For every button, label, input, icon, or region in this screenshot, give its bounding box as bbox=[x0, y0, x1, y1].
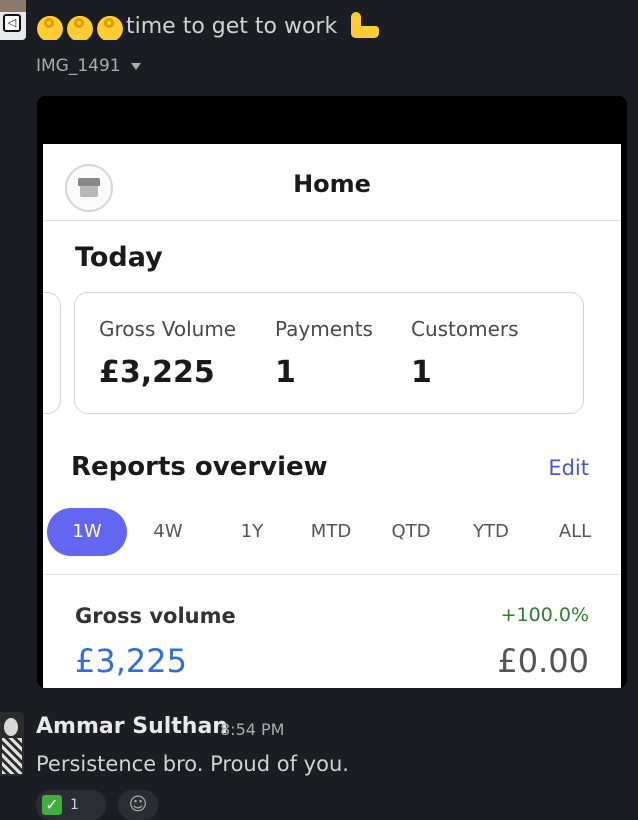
message-body: time to get to work bbox=[126, 13, 338, 39]
stat-customers: Customers 1 bbox=[411, 317, 519, 390]
attachment-filename[interactable]: IMG_1491 bbox=[36, 56, 141, 76]
range-selector: 1W 4W 1Y MTD QTD YTD ALL bbox=[43, 508, 621, 558]
range-1w: 1W bbox=[47, 508, 127, 556]
message-text: time to get to work bbox=[36, 8, 383, 44]
ok-hand-emoji-icon bbox=[96, 12, 124, 40]
ok-hand-emoji-icon bbox=[36, 12, 64, 40]
range-qtd: QTD bbox=[391, 521, 431, 542]
stat-gross-volume: Gross Volume £3,225 bbox=[99, 317, 237, 390]
sender-avatar[interactable]: ◁ bbox=[0, 0, 26, 40]
message-timestamp[interactable]: 8:54 PM bbox=[220, 720, 284, 739]
stat-payments: Payments 1 bbox=[275, 317, 373, 390]
reaction-checkmark[interactable]: ✓ 1 bbox=[36, 790, 106, 820]
divider bbox=[43, 574, 621, 575]
reaction-count: 1 bbox=[70, 797, 79, 813]
today-stats-card: Gross Volume £3,225 Payments 1 Customers… bbox=[74, 292, 584, 414]
today-heading: Today bbox=[75, 242, 163, 273]
phone-screenshot: Home Today Gross Volume £3,225 Payments … bbox=[43, 144, 621, 688]
gross-volume-label: Gross volume bbox=[75, 604, 236, 628]
range-1y: 1Y bbox=[240, 521, 264, 542]
ok-hand-emoji-icon bbox=[66, 12, 94, 40]
send-icon: ◁ bbox=[3, 14, 21, 32]
app-header: Home bbox=[43, 144, 621, 221]
sender-name[interactable]: Ammar Sulthan bbox=[36, 714, 228, 739]
page-title: Home bbox=[293, 170, 371, 198]
add-reaction-button[interactable]: ☺ bbox=[118, 790, 158, 820]
image-attachment[interactable]: Home Today Gross Volume £3,225 Payments … bbox=[37, 96, 627, 688]
range-all: ALL bbox=[558, 521, 592, 542]
gross-volume-value: £3,225 bbox=[75, 642, 187, 680]
edit-link: Edit bbox=[548, 456, 589, 480]
chevron-down-icon[interactable] bbox=[130, 62, 141, 70]
range-ytd: YTD bbox=[473, 521, 509, 542]
range-mtd: MTD bbox=[310, 521, 352, 542]
reports-overview-heading: Reports overview bbox=[71, 452, 328, 482]
check-mark-icon: ✓ bbox=[42, 795, 62, 815]
flexed-biceps-emoji-icon bbox=[345, 10, 381, 42]
range-4w: 4W bbox=[153, 521, 183, 542]
previous-card bbox=[43, 292, 61, 414]
gross-volume-previous: £0.00 bbox=[497, 642, 589, 680]
gross-volume-change: +100.0% bbox=[500, 604, 589, 626]
message-text: Persistence bro. Proud of you. bbox=[36, 752, 349, 776]
avatar[interactable] bbox=[0, 712, 24, 776]
